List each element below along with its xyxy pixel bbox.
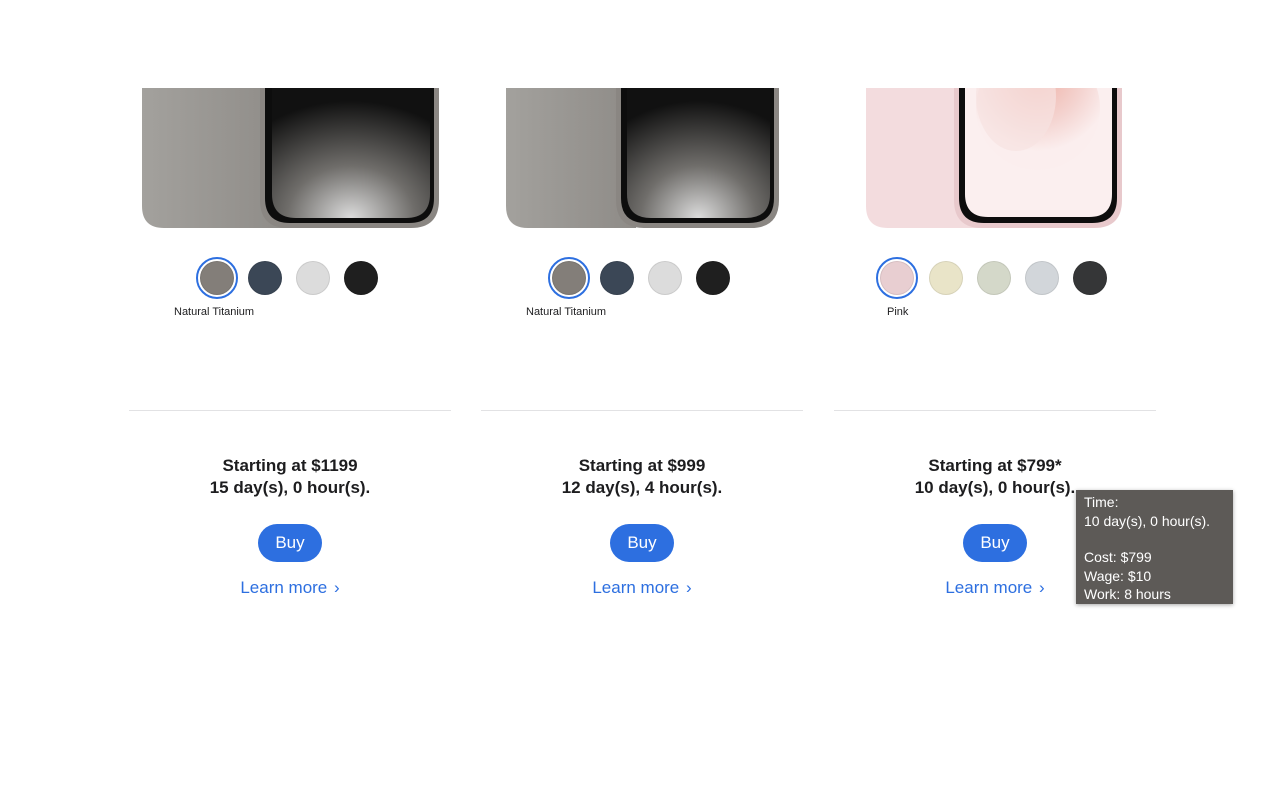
product-card-1: Natural Titanium Starting at $1199 15 da… bbox=[129, 0, 451, 800]
tooltip-work: Work: 8 hours bbox=[1084, 586, 1171, 602]
swatch-black-titanium[interactable] bbox=[696, 261, 730, 295]
divider bbox=[129, 410, 451, 411]
buy-button[interactable]: Buy bbox=[610, 524, 674, 562]
chevron-right-icon: › bbox=[334, 578, 340, 597]
tooltip-cost: Cost: $799 bbox=[1084, 549, 1152, 565]
price-text: Starting at $1199 bbox=[222, 456, 358, 475]
swatch-natural-titanium[interactable] bbox=[548, 257, 590, 299]
tooltip-time-value: 10 day(s), 0 hour(s). bbox=[1084, 512, 1211, 529]
product-card-3: Pink Starting at $799* 10 day(s), 0 hour… bbox=[834, 0, 1156, 800]
buy-button[interactable]: Buy bbox=[258, 524, 322, 562]
swatch-white-titanium[interactable] bbox=[296, 261, 330, 295]
phone-image[interactable] bbox=[866, 88, 1122, 228]
swatch-blue[interactable] bbox=[1025, 261, 1059, 295]
work-time-tooltip: Time: 10 day(s), 0 hour(s). Cost: $799 W… bbox=[1076, 490, 1233, 604]
swatch-blue-titanium[interactable] bbox=[248, 261, 282, 295]
divider bbox=[834, 410, 1156, 411]
work-time-text: 15 day(s), 0 hour(s). bbox=[209, 478, 371, 497]
swatch-black-titanium[interactable] bbox=[344, 261, 378, 295]
price-text: Starting at $999 bbox=[578, 456, 706, 475]
swatch-natural-titanium[interactable] bbox=[196, 257, 238, 299]
learn-more-label: Learn more bbox=[592, 578, 680, 597]
swatch-blue-titanium[interactable] bbox=[600, 261, 634, 295]
selected-color-name: Natural Titanium bbox=[174, 306, 255, 318]
work-time-text: 12 day(s), 4 hour(s). bbox=[561, 478, 723, 497]
swatch-black[interactable] bbox=[1073, 261, 1107, 295]
swatch-white-titanium[interactable] bbox=[648, 261, 682, 295]
buy-button[interactable]: Buy bbox=[963, 524, 1027, 562]
selected-color-name: Pink bbox=[887, 306, 909, 318]
divider bbox=[481, 410, 803, 411]
product-card-2: Natural Titanium Starting at $999 12 day… bbox=[481, 0, 803, 800]
swatch-yellow[interactable] bbox=[929, 261, 963, 295]
price-text: Starting at $799* bbox=[928, 456, 1062, 475]
swatch-pink[interactable] bbox=[876, 257, 918, 299]
learn-more-label: Learn more bbox=[240, 578, 328, 597]
tooltip-wage: Wage: $10 bbox=[1084, 567, 1152, 584]
phone-image[interactable] bbox=[506, 88, 779, 228]
tooltip-time-label: Time: bbox=[1084, 494, 1119, 510]
swatch-green[interactable] bbox=[977, 261, 1011, 295]
learn-more-link[interactable]: Learn more › bbox=[481, 578, 803, 598]
chevron-right-icon: › bbox=[686, 578, 692, 597]
learn-more-link[interactable]: Learn more › bbox=[129, 578, 451, 598]
phone-image[interactable] bbox=[142, 88, 439, 228]
selected-color-name: Natural Titanium bbox=[526, 306, 607, 318]
learn-more-label: Learn more bbox=[945, 578, 1033, 597]
chevron-right-icon: › bbox=[1039, 578, 1045, 597]
